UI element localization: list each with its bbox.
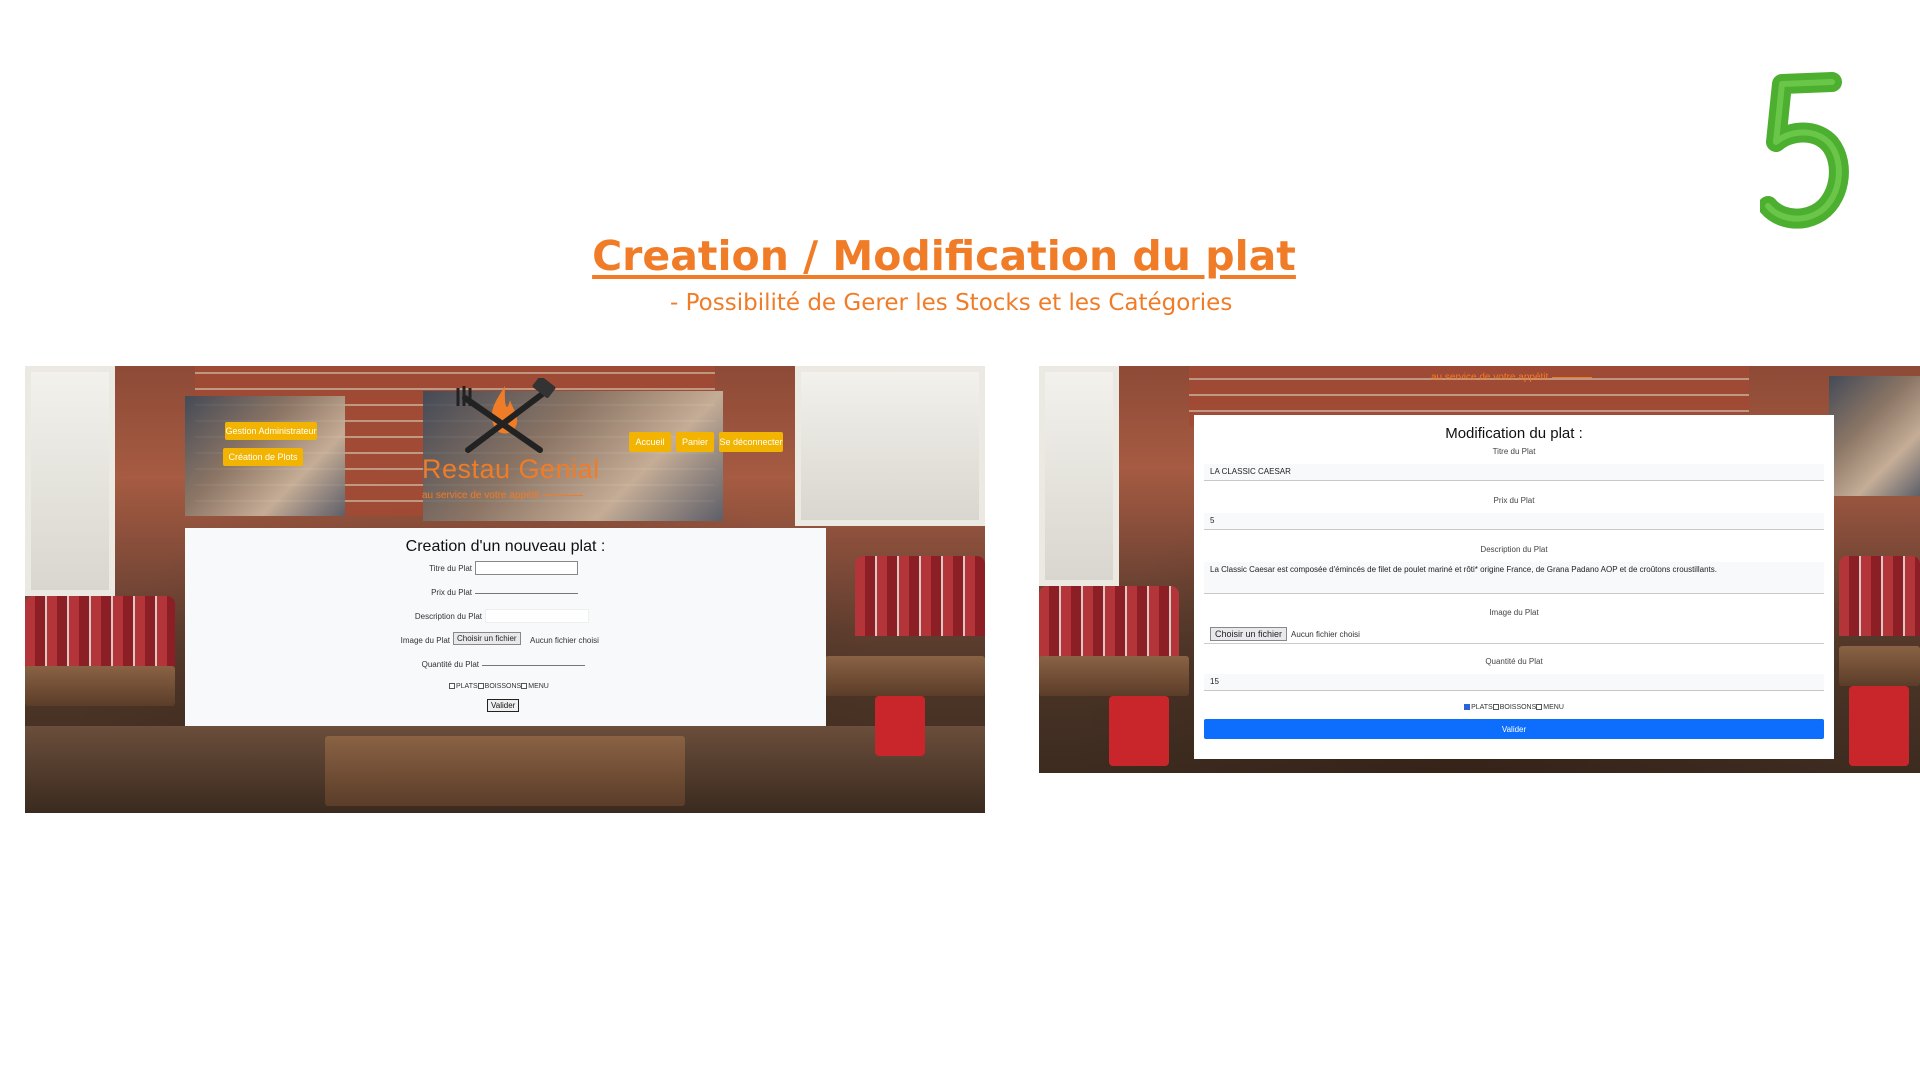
window	[1039, 366, 1119, 586]
window	[795, 366, 985, 526]
image-label: Image du Plat	[1489, 608, 1539, 617]
title-input[interactable]	[475, 561, 578, 575]
checkbox-plats[interactable]	[449, 683, 455, 690]
form-title: Modification du plat :	[1445, 425, 1583, 442]
checkbox-menu[interactable]	[521, 683, 528, 690]
window	[25, 366, 115, 596]
quantity-input[interactable]: 15	[1204, 674, 1824, 691]
brand-tagline: au service de votre appétit	[1431, 372, 1593, 383]
file-status: Aucun fichier choisi	[1291, 629, 1360, 639]
edit-dish-form: Modification du plat : Titre du Plat LA …	[1194, 415, 1834, 759]
choose-file-button[interactable]: Choisir un fichier	[453, 632, 521, 645]
checkbox-boissons[interactable]	[1492, 704, 1499, 711]
brand-tagline: au service de votre appétit	[422, 490, 584, 501]
chair	[1849, 686, 1909, 766]
quantity-input[interactable]	[482, 652, 585, 666]
chair	[875, 696, 925, 756]
validate-button[interactable]: Valider	[1204, 719, 1824, 739]
price-label: Prix du Plat	[431, 588, 472, 597]
checkbox-boissons[interactable]	[477, 683, 484, 690]
slide-number: 5	[1760, 72, 1849, 229]
nav-home-button[interactable]: Accueil	[629, 432, 671, 452]
description-label: Description du Plat	[1480, 545, 1548, 554]
admin-management-button[interactable]: Gestion Administrateur	[225, 422, 317, 440]
table	[1039, 656, 1189, 696]
nav-cart-button[interactable]: Panier	[676, 432, 714, 452]
edit-dish-screenshot: au service de votre appétit Modification…	[1039, 366, 1920, 773]
booth-seat	[1839, 556, 1920, 636]
brand-name: Restau Genial	[422, 454, 600, 484]
image-file-input: Choisir un fichier Aucun fichier choisi	[1204, 625, 1824, 644]
create-dish-form: Creation d'un nouveau plat : Titre du Pl…	[185, 528, 826, 726]
file-status: Aucun fichier choisi	[530, 636, 599, 645]
price-label: Prix du Plat	[1493, 496, 1535, 505]
category-checkboxes: PLATS BOISSONS MENU	[1194, 704, 1834, 711]
booth-seat	[855, 556, 985, 636]
chair	[1109, 696, 1169, 766]
quantity-label: Quantité du Plat	[421, 660, 479, 669]
category-checkboxes: PLATS BOISSONS MENU	[449, 683, 549, 690]
booth-seat	[25, 596, 175, 676]
table	[825, 656, 985, 696]
description-textarea[interactable]: La Classic Caesar est composée d'émincés…	[1204, 562, 1824, 594]
quantity-label: Quantité du Plat	[1485, 657, 1543, 666]
table	[325, 736, 685, 806]
nav-logout-button[interactable]: Se déconnecter	[719, 432, 783, 452]
description-input[interactable]	[485, 609, 589, 623]
dish-creation-button[interactable]: Création de Plots	[223, 448, 303, 466]
grill-tools-logo-icon	[456, 378, 556, 453]
validate-button[interactable]: Valider	[487, 699, 520, 712]
image-label: Image du Plat	[400, 636, 450, 645]
title-input[interactable]: LA CLASSIC CAESAR	[1204, 464, 1824, 481]
choose-file-button[interactable]: Choisir un fichier	[1210, 627, 1288, 641]
create-dish-screenshot: Gestion Administrateur Création de Plots…	[25, 366, 985, 813]
price-input[interactable]	[475, 580, 578, 594]
checkbox-menu[interactable]	[1536, 704, 1543, 711]
title-label: Titre du Plat	[1492, 447, 1536, 456]
table	[1839, 646, 1920, 686]
description-label: Description du Plat	[414, 612, 482, 621]
form-title: Creation d'un nouveau plat :	[405, 538, 606, 555]
slide: 5 Creation / Modification du plat - Poss…	[0, 0, 1920, 1080]
checkbox-plats[interactable]	[1464, 704, 1471, 711]
price-input[interactable]: 5	[1204, 513, 1824, 530]
booth-seat	[1039, 586, 1179, 666]
wall-poster	[1829, 376, 1920, 496]
slide-subtitle: - Possibilité de Gerer les Stocks et les…	[670, 290, 1233, 316]
table	[25, 666, 175, 706]
slide-title: Creation / Modification du plat	[592, 232, 1296, 280]
title-label: Titre du Plat	[429, 564, 472, 573]
